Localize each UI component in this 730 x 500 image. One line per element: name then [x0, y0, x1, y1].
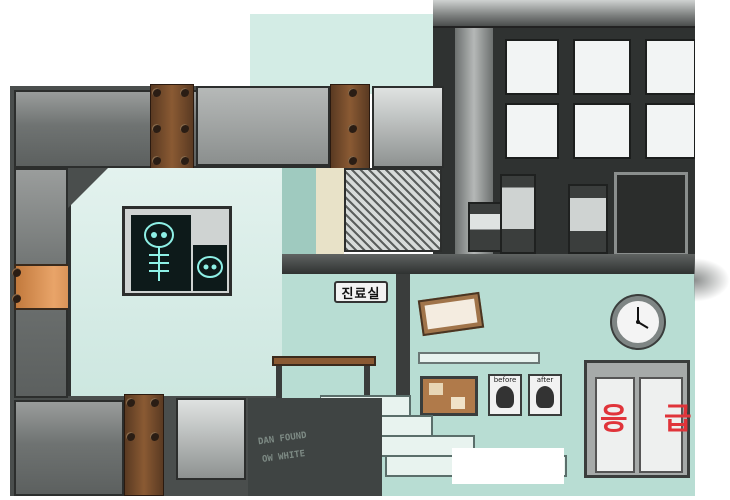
- jar-left: [468, 202, 504, 252]
- bolt: [152, 156, 161, 165]
- after-label: after: [536, 376, 554, 384]
- before-label: before: [493, 376, 517, 384]
- jar-tall: [500, 174, 536, 254]
- bolt: [12, 268, 21, 277]
- bolt: [180, 124, 189, 133]
- wall-shadow: [694, 258, 730, 302]
- floor-ledge: [282, 254, 695, 274]
- bolt: [180, 156, 189, 165]
- top-pipe: [433, 0, 695, 28]
- bench: [272, 356, 376, 366]
- emergency-sign-right: 급: [664, 402, 692, 437]
- bolt: [348, 88, 357, 97]
- xray-poster-icon: [122, 206, 232, 296]
- clinic-sign: 진료실: [334, 281, 388, 303]
- bolt: [150, 432, 159, 441]
- bolt: [348, 124, 357, 133]
- jar-right: [568, 184, 608, 254]
- bolt: [152, 124, 161, 133]
- bolt: [150, 398, 159, 407]
- window-grid-icon: [500, 36, 696, 166]
- blank-patch: [452, 448, 564, 484]
- cabinet: [614, 172, 688, 256]
- metal-box-top: [372, 86, 444, 168]
- bolt: [12, 294, 21, 303]
- top-mint-area: [250, 14, 455, 94]
- bolt: [152, 88, 161, 97]
- bottom-metal-box: [176, 398, 246, 480]
- wall-shelf: [418, 352, 540, 364]
- bolt: [126, 398, 135, 407]
- bolt: [126, 432, 135, 441]
- bench-leg: [276, 366, 282, 402]
- top-beam-panel: [196, 86, 330, 166]
- rust-column-bottom: [124, 394, 164, 496]
- bolt: [180, 88, 189, 97]
- graffiti-floor: [248, 398, 382, 496]
- mesh-grate: [344, 168, 442, 252]
- bottom-left-block: [14, 400, 124, 496]
- clock-icon: [612, 296, 664, 348]
- bolt: [348, 156, 357, 165]
- emergency-sign-left: 응: [600, 402, 628, 437]
- cream-pillar: [316, 168, 344, 258]
